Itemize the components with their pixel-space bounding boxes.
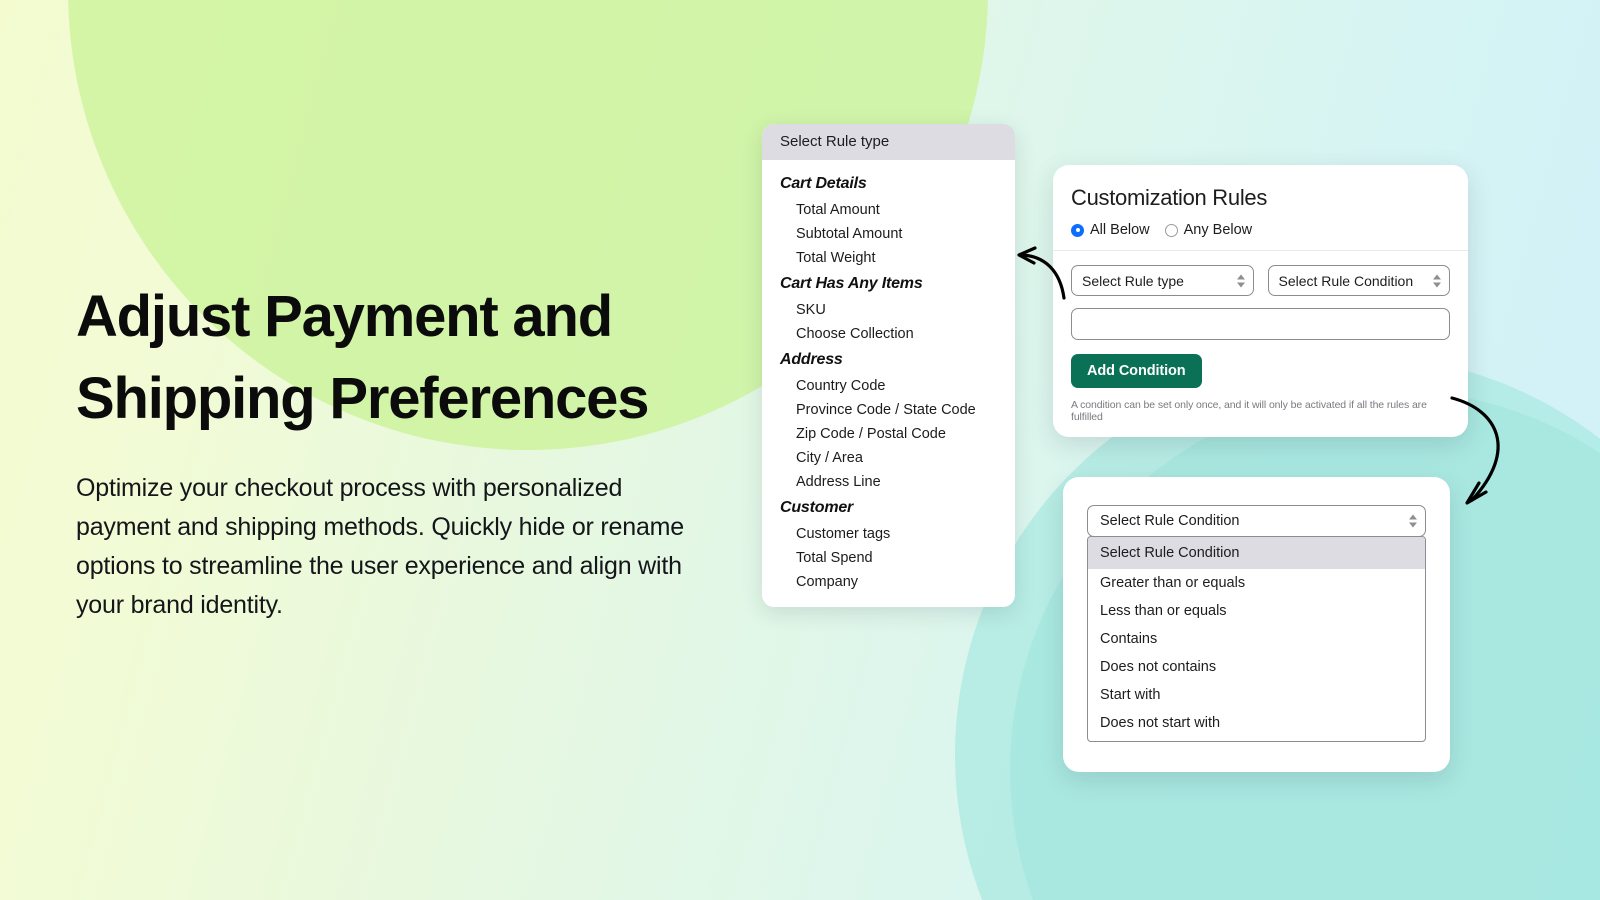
page-root: Adjust Payment and Shipping Preferences … (0, 0, 1600, 900)
stepper-updown-icon (1433, 274, 1441, 287)
option-company[interactable]: Company (762, 570, 1015, 594)
option-address-line[interactable]: Address Line (762, 470, 1015, 494)
optgroup-label-customer: Customer (780, 499, 854, 516)
page-title: Adjust Payment and Shipping Preferences (76, 284, 649, 432)
rule-type-panel-header: Select Rule type (762, 124, 1015, 160)
option-subtotal-amount[interactable]: Subtotal Amount (762, 222, 1015, 246)
optgroup-label-cart-has-any-items: Cart Has Any Items (780, 275, 923, 292)
option-total-amount[interactable]: Total Amount (762, 198, 1015, 222)
rule-condition-selected-value: Select Rule Condition (1100, 513, 1240, 529)
option-province-state-code[interactable]: Province Code / State Code (762, 398, 1015, 422)
rule-condition-select[interactable]: Select Rule Condition (1267, 265, 1450, 296)
customization-rules-header: Customization Rules All Below Any Below (1053, 165, 1468, 250)
customization-rules-card: Customization Rules All Below Any Below … (1053, 165, 1468, 437)
option-zip-postal-code[interactable]: Zip Code / Postal Code (762, 422, 1015, 446)
hero-description: Optimize your checkout process with pers… (76, 473, 684, 619)
hero-section: Adjust Payment and Shipping Preferences … (76, 276, 716, 625)
optgroup-label-cart-details: Cart Details (780, 175, 867, 192)
rule-type-select-value: Select Rule type (1082, 272, 1184, 289)
radio-any-below-icon[interactable] (1164, 223, 1178, 237)
condition-option-start-with[interactable]: Start with (1088, 681, 1425, 709)
rule-condition-option-list[interactable]: Select Rule Condition Greater than or eq… (1087, 536, 1426, 742)
option-choose-collection[interactable]: Choose Collection (762, 322, 1015, 346)
rule-condition-select-closed[interactable]: Select Rule Condition (1087, 505, 1426, 537)
rule-selects-row: Select Rule type Select Rule Condition (1071, 265, 1450, 296)
radio-all-below-label: All Below (1090, 222, 1150, 238)
match-mode-radio-group: All Below Any Below (1071, 222, 1450, 238)
customization-rules-title: Customization Rules (1071, 185, 1268, 210)
radio-option-all-below[interactable]: All Below (1071, 222, 1150, 238)
rule-type-select[interactable]: Select Rule type (1071, 265, 1254, 296)
stepper-updown-icon (1236, 274, 1245, 287)
option-country-code[interactable]: Country Code (762, 374, 1015, 398)
rule-value-input[interactable] (1071, 308, 1450, 340)
rule-condition-select-value: Select Rule Condition (1278, 272, 1414, 289)
radio-option-any-below[interactable]: Any Below (1164, 222, 1253, 238)
condition-option-does-not-contains[interactable]: Does not contains (1088, 653, 1425, 681)
condition-option-contains[interactable]: Contains (1088, 625, 1425, 653)
rule-condition-dropdown-card: Select Rule Condition Select Rule Condit… (1063, 477, 1450, 772)
stepper-updown-icon (1409, 514, 1417, 528)
rule-type-option-list: Cart Details Total Amount Subtotal Amoun… (762, 160, 1015, 594)
condition-option-less-than-or-equals[interactable]: Less than or equals (1088, 597, 1425, 625)
customization-rules-body: Select Rule type Select Rule Condition A… (1053, 251, 1468, 423)
option-city-area[interactable]: City / Area (762, 446, 1015, 470)
option-customer-tags[interactable]: Customer tags (762, 522, 1015, 546)
add-condition-button[interactable]: Add Condition (1071, 354, 1202, 388)
option-total-weight[interactable]: Total Weight (762, 246, 1015, 270)
option-sku[interactable]: SKU (762, 298, 1015, 322)
condition-hint-text: A condition can be set only once, and it… (1071, 399, 1427, 423)
condition-option-greater-than-or-equals[interactable]: Greater than or equals (1088, 569, 1425, 597)
option-total-spend[interactable]: Total Spend (762, 546, 1015, 570)
rule-type-dropdown-panel[interactable]: Select Rule type Cart Details Total Amou… (762, 124, 1015, 607)
optgroup-label-address: Address (780, 351, 843, 368)
radio-all-below-icon[interactable] (1071, 223, 1084, 237)
condition-option-does-not-start-with[interactable]: Does not start with (1088, 709, 1425, 737)
radio-any-below-label: Any Below (1183, 222, 1253, 238)
condition-option-select-rule-condition[interactable]: Select Rule Condition (1088, 537, 1425, 569)
